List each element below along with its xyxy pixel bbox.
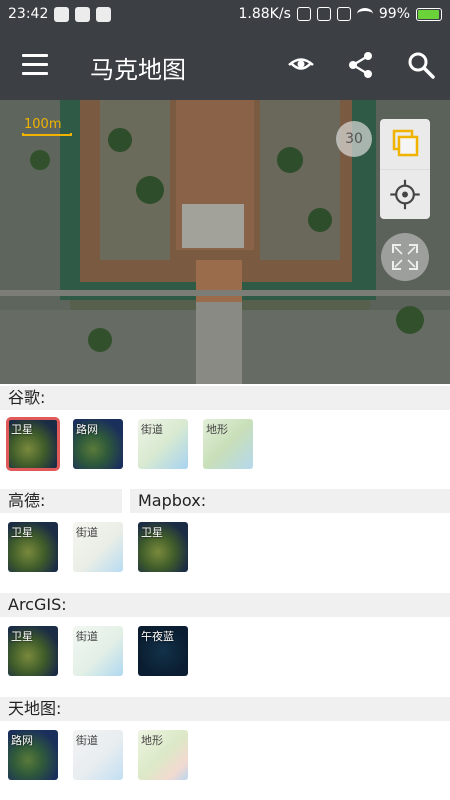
tile-label: 街道	[76, 630, 98, 643]
battery-icon	[416, 7, 442, 21]
bluetooth-icon	[316, 7, 331, 21]
app-bar: 马克地图	[0, 30, 450, 100]
tile-label: 街道	[76, 734, 98, 747]
fullscreen-icon[interactable]	[381, 233, 429, 281]
scale-bar	[22, 133, 72, 136]
map-tool-panel	[380, 119, 430, 219]
tile-label: 街道	[141, 423, 163, 436]
status-right: 1.88K/s 99%	[238, 6, 442, 22]
section-arcgis-title: ArcGIS:	[0, 593, 450, 617]
gaode-satellite-tile[interactable]: 卫星	[8, 522, 58, 572]
search-icon[interactable]	[406, 50, 436, 80]
tianditu-terrain-tile[interactable]: 地形	[138, 730, 188, 780]
tianditu-street-tile[interactable]: 街道	[73, 730, 123, 780]
tile-label: 午夜蓝	[141, 630, 174, 643]
notification-icons	[54, 7, 111, 22]
google-terrain-tile[interactable]: 地形	[203, 419, 253, 469]
battery-percent: 99%	[378, 6, 410, 22]
tianditu-road-tile[interactable]: 路网	[8, 730, 58, 780]
network-speed: 1.88K/s	[238, 6, 291, 22]
mapbox-satellite-tile[interactable]: 卫星	[138, 522, 188, 572]
tile-label: 地形	[141, 734, 163, 747]
eye-icon[interactable]	[286, 50, 316, 80]
menu-icon[interactable]	[22, 54, 48, 76]
scale-label: 100m	[24, 117, 62, 132]
no-sim-icon	[336, 7, 351, 21]
google-road-tile[interactable]: 路网	[73, 419, 123, 469]
app-icon	[96, 7, 111, 22]
arcgis-satellite-tile[interactable]: 卫星	[8, 626, 58, 676]
app-title: 马克地图	[90, 56, 186, 84]
google-street-tile[interactable]: 街道	[138, 419, 188, 469]
tile-label: 卫星	[11, 526, 33, 539]
inbox-icon	[75, 7, 90, 22]
status-time: 23:42	[8, 6, 49, 22]
share-icon[interactable]	[346, 50, 376, 80]
zoom-level-badge: 30	[336, 121, 372, 157]
status-bar: 23:42 1.88K/s 99%	[0, 0, 450, 30]
tile-label: 路网	[76, 423, 98, 436]
tile-label: 卫星	[141, 526, 163, 539]
locate-icon[interactable]	[380, 169, 430, 219]
tile-label: 地形	[206, 423, 228, 436]
layers-icon[interactable]	[380, 119, 430, 169]
arcgis-street-tile[interactable]: 街道	[73, 626, 123, 676]
tile-label: 卫星	[11, 423, 33, 436]
tile-label: 卫星	[11, 630, 33, 643]
tile-label: 街道	[76, 526, 98, 539]
arcgis-midnight-blue-tile[interactable]: 午夜蓝	[138, 626, 188, 676]
google-satellite-tile[interactable]: 卫星	[6, 417, 60, 471]
gaode-street-tile[interactable]: 街道	[73, 522, 123, 572]
section-google-title: 谷歌:	[0, 386, 450, 410]
alarm-icon	[296, 7, 311, 21]
tile-label: 路网	[11, 734, 33, 747]
section-mapbox-title: Mapbox:	[130, 489, 450, 513]
section-tianditu-title: 天地图:	[0, 697, 450, 721]
section-gaode-title: 高德:	[0, 489, 122, 513]
wifi-icon	[356, 8, 373, 20]
shield-icon	[54, 7, 69, 22]
